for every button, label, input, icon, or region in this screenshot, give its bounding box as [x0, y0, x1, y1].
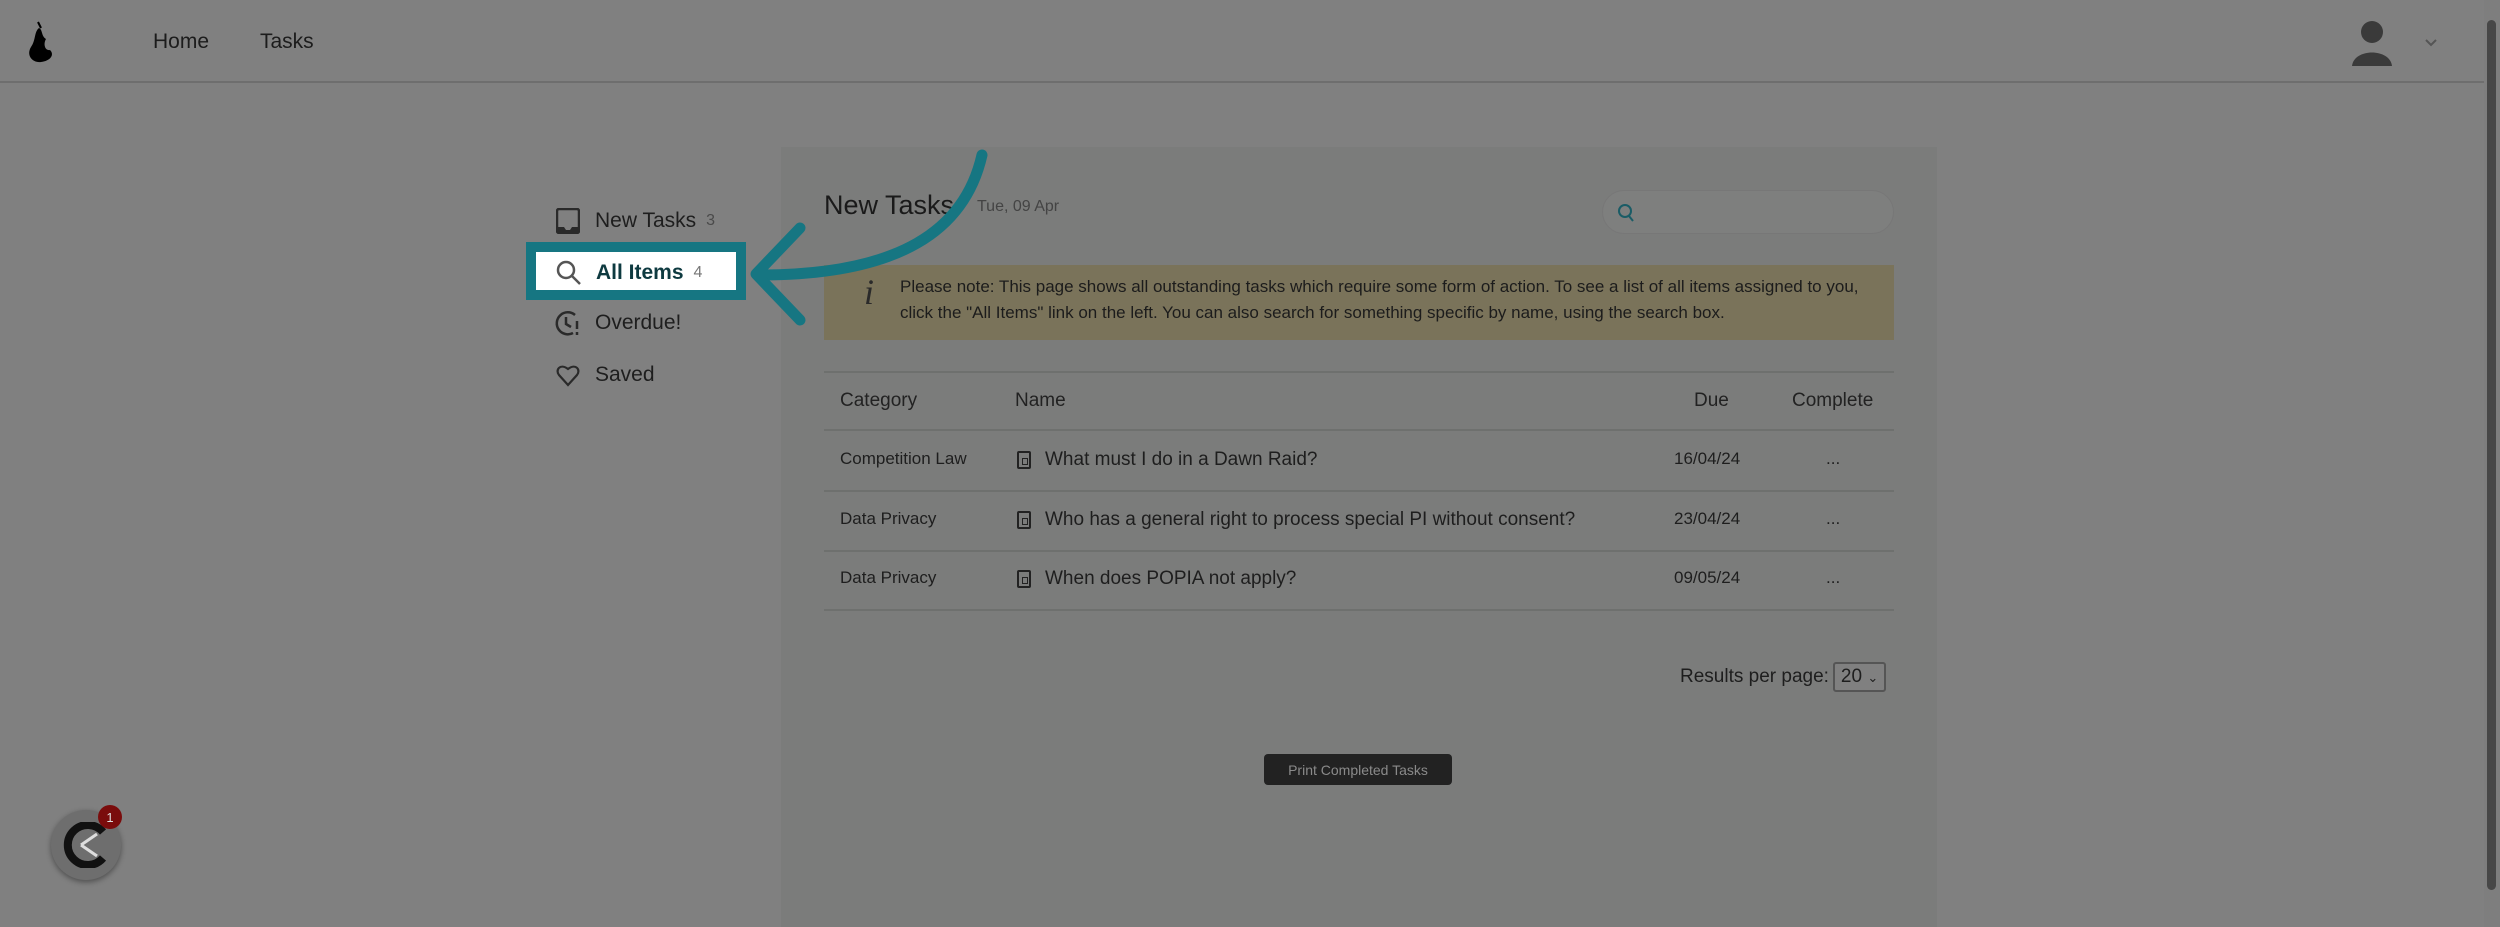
- scrollbar-thumb[interactable]: [2487, 20, 2496, 890]
- notification-badge: 1: [98, 805, 122, 829]
- guide-arrow-icon: [750, 149, 988, 326]
- chat-logo-icon: [63, 822, 107, 868]
